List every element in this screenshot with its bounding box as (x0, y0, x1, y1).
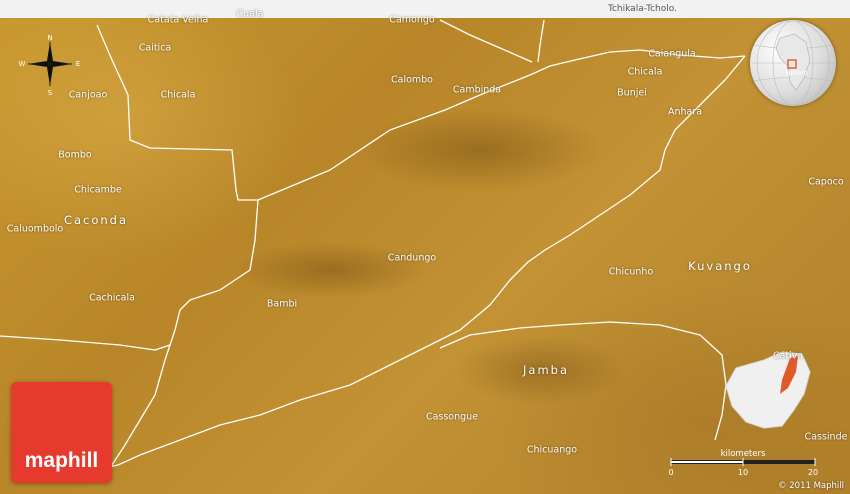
place-label: Bunjei (617, 87, 647, 99)
place-label: Catata Velha (147, 14, 209, 26)
place-label: Chicuango (526, 444, 578, 456)
region-label: Jamba (523, 363, 569, 377)
road (109, 344, 171, 469)
place-label: Cativa (772, 350, 804, 362)
road (439, 321, 727, 441)
road (0, 199, 259, 351)
place-label: Chicala (627, 66, 663, 78)
place-label: Caluombolo (6, 223, 64, 235)
place-label: Anhara (667, 106, 703, 118)
place-label: Cuala (236, 8, 264, 20)
road (439, 19, 533, 63)
place-label: Calombo (390, 74, 434, 86)
scale-tick: 20 (808, 468, 818, 477)
compass-e: E (76, 60, 80, 68)
place-label: Bombo (58, 149, 92, 161)
scale-title: kilometers (721, 449, 766, 459)
place-label: Chicala (160, 89, 196, 101)
scale-tick: 10 (738, 468, 748, 477)
compass-w: W (19, 60, 26, 68)
compass-rose-icon: N S W E (19, 34, 81, 96)
logo-text: maphill (24, 449, 99, 472)
place-label: Caitica (138, 42, 172, 54)
place-label: Candungo (387, 252, 437, 264)
place-label: Canjoao (68, 89, 108, 101)
place-label: Caiangula (648, 48, 696, 60)
compass-n: N (47, 34, 52, 42)
place-label: Capoco (808, 176, 844, 188)
copyright-text: © 2011 Maphill (778, 481, 844, 491)
place-label: Chicambe (74, 184, 122, 196)
locator-globe-icon[interactable]: Jubelo (750, 20, 836, 106)
region-label: Caconda (63, 213, 129, 227)
place-label: Camongo (389, 14, 435, 26)
place-label: Cassinde (804, 431, 848, 443)
globe-label: Jubelo (785, 69, 807, 77)
scale-tick: 0 (668, 468, 673, 477)
place-label: Cachicala (89, 292, 135, 304)
maphill-logo[interactable]: maphill (11, 382, 112, 483)
place-label: Cassongue (425, 411, 479, 423)
region-label: Kuvango (688, 259, 752, 273)
scale-bar: kilometers 0 10 20 (668, 449, 818, 477)
place-label: Chicunho (608, 266, 654, 278)
road (537, 19, 545, 63)
map-canvas[interactable]: Tchikala-Tcholo. N S W E Jubelo Catata V… (0, 0, 850, 494)
compass-s: S (48, 89, 53, 96)
place-label: Cambinda (452, 84, 502, 96)
place-label: Bambi (266, 298, 298, 310)
